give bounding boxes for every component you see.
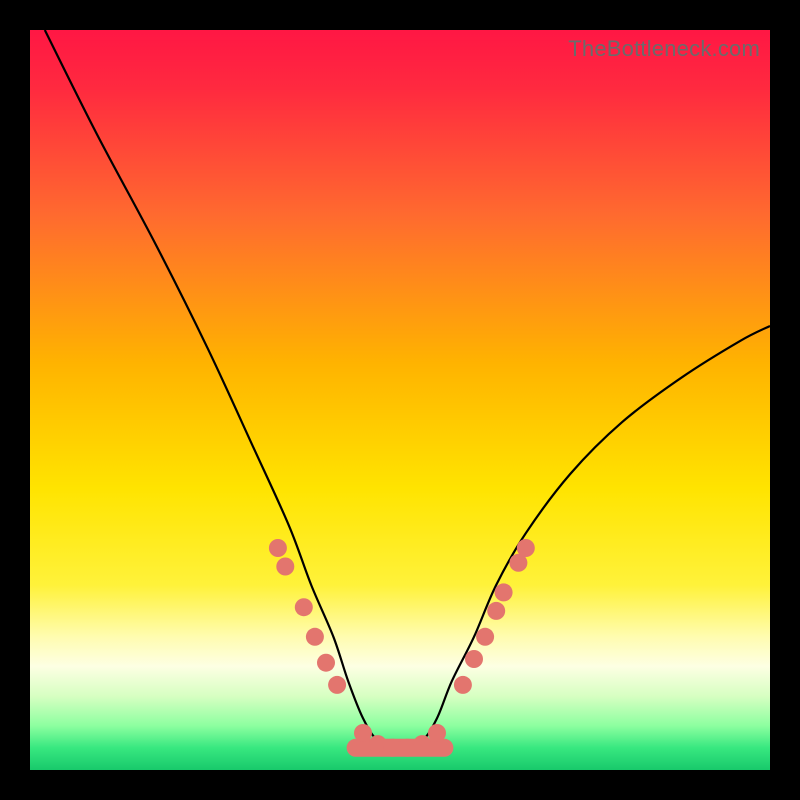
curve-markers xyxy=(269,539,535,757)
chart-svg xyxy=(30,30,770,770)
curve-marker xyxy=(465,650,483,668)
curve-marker xyxy=(269,539,287,557)
curve-marker xyxy=(495,583,513,601)
curve-marker xyxy=(328,676,346,694)
curve-marker xyxy=(476,628,494,646)
curve-marker xyxy=(487,602,505,620)
bottleneck-curve xyxy=(45,30,770,748)
curve-marker xyxy=(276,558,294,576)
chart-stage: TheBottleneck.com xyxy=(0,0,800,800)
curve-marker xyxy=(428,724,446,742)
curve-marker xyxy=(295,598,313,616)
curve-marker xyxy=(454,676,472,694)
curve-marker xyxy=(354,724,372,742)
curve-marker xyxy=(517,539,535,557)
curve-marker xyxy=(413,735,431,753)
watermark-text: TheBottleneck.com xyxy=(568,36,760,62)
plot-area: TheBottleneck.com xyxy=(30,30,770,770)
curve-marker xyxy=(306,628,324,646)
curve-marker xyxy=(317,654,335,672)
